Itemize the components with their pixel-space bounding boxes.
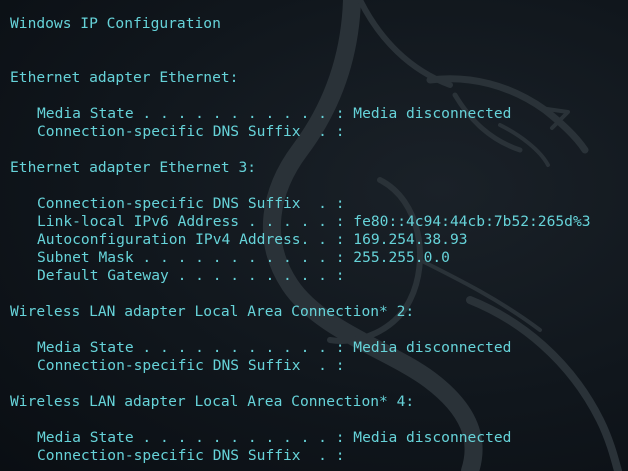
adapter-property: Subnet Mask . . . . . . . . . . . : 255.… [37, 249, 450, 266]
adapter-property: Link-local IPv6 Address . . . . . : fe80… [37, 213, 591, 230]
adapter-property: Default Gateway . . . . . . . . . : [37, 267, 345, 284]
adapter-property: Connection-specific DNS Suffix . : [37, 195, 345, 212]
adapter-property: Connection-specific DNS Suffix . : [37, 447, 345, 464]
adapter-property: Connection-specific DNS Suffix . : [37, 357, 345, 374]
adapter-header: Ethernet adapter Ethernet: [10, 69, 239, 86]
adapter-property: Media State . . . . . . . . . . . : Medi… [37, 429, 512, 446]
adapter-header: Wireless LAN adapter Local Area Connecti… [10, 393, 415, 410]
adapter-header: Wireless LAN adapter Local Area Connecti… [10, 303, 415, 320]
adapter-property: Media State . . . . . . . . . . . : Medi… [37, 339, 512, 356]
adapter-property: Media State . . . . . . . . . . . : Medi… [37, 105, 512, 122]
output-title: Windows IP Configuration [10, 15, 221, 32]
terminal-window[interactable]: Windows IP Configuration Ethernet adapte… [0, 0, 628, 471]
adapter-header: Ethernet adapter Ethernet 3: [10, 159, 257, 176]
adapter-property: Connection-specific DNS Suffix . : [37, 123, 345, 140]
ipconfig-output: Windows IP Configuration Ethernet adapte… [10, 15, 591, 465]
adapter-property: Autoconfiguration IPv4 Address. . : 169.… [37, 231, 468, 248]
